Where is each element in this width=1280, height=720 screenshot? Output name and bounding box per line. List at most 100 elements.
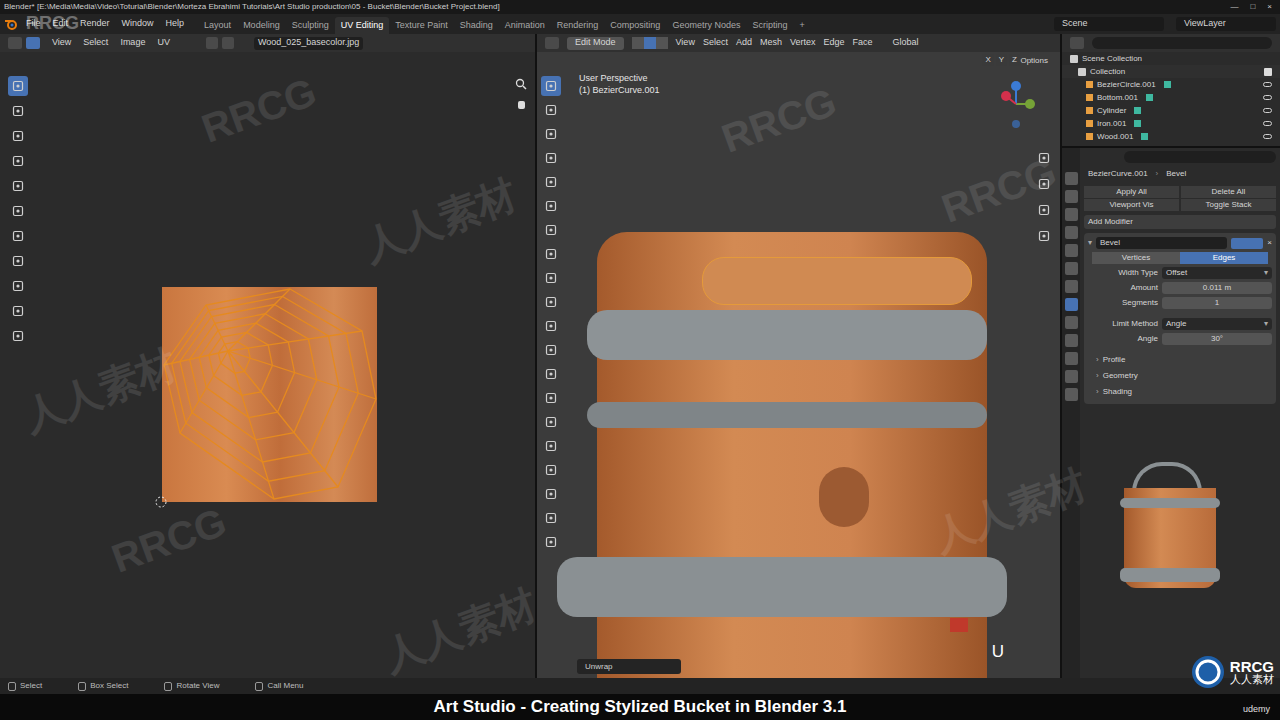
outliner-row[interactable]: Wood.001 — [1062, 130, 1280, 143]
menu-item[interactable]: Image — [120, 36, 145, 50]
face-select-icon[interactable] — [656, 37, 668, 49]
modifier-tool-button[interactable]: Viewport Vis — [1084, 199, 1179, 211]
menu-item[interactable]: Help — [166, 17, 185, 31]
affect-toggle[interactable]: Edges — [1180, 252, 1268, 264]
add-workspace-button[interactable]: + — [793, 17, 810, 34]
tool-button[interactable] — [8, 201, 28, 221]
uv-mesh[interactable] — [162, 287, 377, 502]
outliner-row[interactable]: Bottom.001 — [1062, 91, 1280, 104]
outliner-row[interactable]: BezierCircle.001 — [1062, 78, 1280, 91]
add-modifier-dropdown[interactable]: Add Modifier — [1084, 215, 1276, 229]
outliner-collection[interactable]: Collection — [1062, 65, 1280, 78]
pivot-icon[interactable] — [206, 37, 218, 49]
orientation-dropdown[interactable]: Global — [889, 37, 923, 50]
modifier-tool-button[interactable]: Delete All — [1181, 186, 1276, 198]
dropdown-field[interactable]: Angle▾ — [1162, 318, 1272, 330]
menu-item[interactable]: Edit — [53, 17, 69, 31]
subpanel-header[interactable]: ›Shading — [1088, 384, 1272, 400]
dropdown-field[interactable]: Offset▾ — [1162, 267, 1272, 279]
mirror-axis-toggle[interactable]: X — [982, 54, 993, 66]
zoom-icon[interactable] — [515, 78, 527, 90]
modifier-name-field[interactable]: Bevel — [1096, 237, 1227, 249]
menu-item[interactable]: UV — [157, 36, 170, 50]
properties-tab-icon[interactable] — [1065, 172, 1078, 185]
tool-button[interactable] — [8, 276, 28, 296]
menu-item[interactable]: View — [676, 36, 695, 50]
outliner-row[interactable]: Cylinder — [1062, 104, 1280, 117]
workspace-tab[interactable]: Scripting — [746, 17, 793, 34]
number-field[interactable]: 0.011 m — [1162, 282, 1272, 294]
menu-item[interactable]: Mesh — [760, 36, 782, 50]
editor-type-icon[interactable] — [545, 37, 559, 49]
modifier-tool-button[interactable]: Apply All — [1084, 186, 1179, 198]
affect-toggle[interactable]: Vertices — [1092, 252, 1180, 264]
checkbox-icon[interactable] — [1264, 68, 1272, 76]
pan-icon[interactable] — [515, 98, 527, 110]
navigation-gizmo-icon[interactable] — [986, 74, 1046, 134]
tool-button[interactable] — [1034, 226, 1054, 246]
snap-icon[interactable] — [222, 37, 234, 49]
window-control[interactable]: □ — [1250, 3, 1255, 11]
tool-button[interactable] — [541, 76, 561, 96]
workspace-tab[interactable]: Geometry Nodes — [666, 17, 746, 34]
properties-tab-icon[interactable] — [1065, 244, 1078, 257]
view-layer-field[interactable]: ViewLayer — [1176, 17, 1276, 31]
properties-tab-icon[interactable] — [1065, 334, 1078, 347]
tool-button[interactable] — [541, 172, 561, 192]
image-field[interactable]: Wood_025_basecolor.jpg — [254, 37, 363, 50]
tool-button[interactable] — [541, 388, 561, 408]
tool-button[interactable] — [8, 226, 28, 246]
outliner-search[interactable] — [1092, 37, 1272, 49]
properties-tab-icon[interactable] — [1065, 298, 1078, 311]
properties-tab-icon[interactable] — [1065, 208, 1078, 221]
tool-button[interactable] — [8, 301, 28, 321]
tool-button[interactable] — [541, 220, 561, 240]
properties-tab-icon[interactable] — [1065, 280, 1078, 293]
menu-item[interactable]: Face — [852, 36, 872, 50]
tool-button[interactable] — [541, 436, 561, 456]
menu-item[interactable]: Window — [122, 17, 154, 31]
workspace-tab[interactable]: Rendering — [551, 17, 605, 34]
tool-button[interactable] — [8, 126, 28, 146]
last-operator-panel[interactable]: Unwrap — [577, 659, 681, 674]
properties-tab-icon[interactable] — [1065, 190, 1078, 203]
viewport-canvas[interactable]: User Perspective(1) BezierCurve.001XYZOp… — [537, 52, 1060, 678]
mode-dropdown[interactable]: Edit Mode — [567, 37, 624, 50]
menu-item[interactable]: File — [26, 17, 41, 31]
number-field[interactable]: 30° — [1162, 333, 1272, 345]
tool-button[interactable] — [1034, 174, 1054, 194]
mirror-axis-toggle[interactable]: Y — [996, 54, 1007, 66]
number-field[interactable]: 1 — [1162, 297, 1272, 309]
tool-button[interactable] — [8, 251, 28, 271]
tool-button[interactable] — [541, 484, 561, 504]
properties-search[interactable] — [1124, 151, 1276, 163]
outliner-root[interactable]: Scene Collection — [1062, 52, 1280, 65]
window-control[interactable]: — — [1230, 3, 1238, 11]
visibility-icon[interactable] — [1263, 121, 1272, 126]
workspace-tab[interactable]: Texture Paint — [389, 17, 454, 34]
workspace-tab[interactable]: Animation — [499, 17, 551, 34]
menu-item[interactable]: Edge — [823, 36, 844, 50]
visibility-icon[interactable] — [1263, 95, 1272, 100]
tool-button[interactable] — [541, 508, 561, 528]
properties-tab-icon[interactable] — [1065, 370, 1078, 383]
subpanel-header[interactable]: ›Geometry — [1088, 368, 1272, 384]
workspace-tab[interactable]: Shading — [454, 17, 499, 34]
menu-item[interactable]: View — [52, 36, 71, 50]
tool-button[interactable] — [541, 196, 561, 216]
menu-item[interactable]: Select — [703, 36, 728, 50]
modifier-tool-button[interactable]: Toggle Stack — [1181, 199, 1276, 211]
visibility-icon[interactable] — [1263, 108, 1272, 113]
tool-button[interactable] — [541, 124, 561, 144]
tool-button[interactable] — [541, 340, 561, 360]
uv-canvas[interactable] — [0, 52, 535, 678]
window-control[interactable]: × — [1267, 3, 1272, 11]
workspace-tab[interactable]: Layout — [198, 17, 237, 34]
mirror-axis-toggle[interactable]: Z — [1009, 54, 1020, 66]
vertex-select-icon[interactable] — [632, 37, 644, 49]
tool-button[interactable] — [541, 316, 561, 336]
menu-item[interactable]: Vertex — [790, 36, 816, 50]
properties-tab-icon[interactable] — [1065, 316, 1078, 329]
tool-button[interactable] — [1034, 148, 1054, 168]
properties-tab-icon[interactable] — [1065, 388, 1078, 401]
